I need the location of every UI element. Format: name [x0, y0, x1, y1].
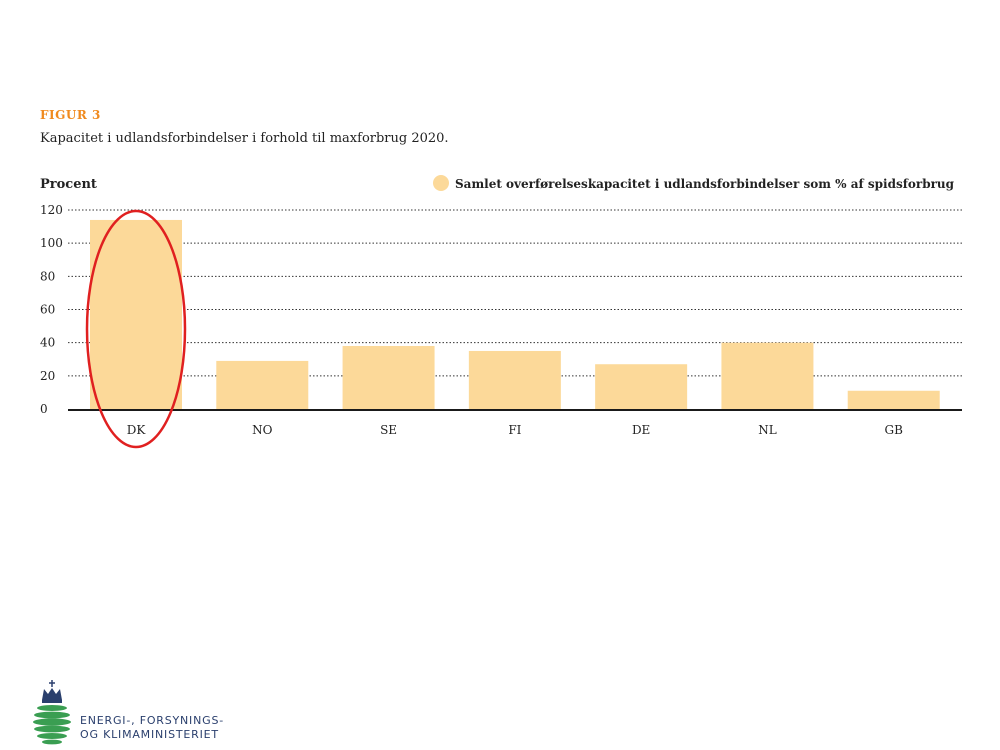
legend: Samlet overførelseskapacitet i udlandsfo…: [433, 175, 955, 191]
bar-chart: Procent Samlet overførelseskapacitet i u…: [40, 175, 962, 449]
x-tick-label: NL: [758, 423, 777, 437]
x-tick-label: DE: [632, 423, 650, 437]
ministry-name-line2: OG KLIMAMINISTERIET: [80, 728, 219, 741]
y-tick-label: 20: [40, 369, 55, 383]
bar-dk: [90, 219, 182, 409]
y-tick-label: 120: [40, 203, 63, 217]
bar-se: [342, 345, 435, 409]
y-tick-label: 100: [40, 236, 63, 250]
y-tick-label: 60: [40, 303, 55, 317]
y-tick-label: 80: [40, 269, 55, 283]
bar-no: [216, 360, 309, 409]
crown-icon: [42, 680, 62, 703]
y-tick-label: 40: [40, 336, 55, 350]
x-tick-label: FI: [508, 423, 521, 437]
ministry-name: ENERGI-, FORSYNINGS- OG KLIMAMINISTERIET: [80, 714, 224, 742]
x-tick-label: NO: [252, 423, 273, 437]
bar-gb: [847, 390, 940, 409]
x-tick-label: GB: [885, 423, 904, 437]
globe-icon: [33, 705, 71, 745]
legend-label: Samlet overførelseskapacitet i udlandsfo…: [455, 177, 955, 191]
bar-fi: [468, 350, 561, 409]
bar-nl: [721, 342, 814, 409]
y-axis-label: Procent: [40, 177, 97, 192]
legend-swatch: [433, 175, 449, 191]
x-tick-label: DK: [127, 423, 147, 437]
y-tick-label: 0: [40, 402, 48, 416]
bar-de: [595, 364, 688, 409]
ministry-name-line1: ENERGI-, FORSYNINGS-: [80, 714, 225, 727]
x-tick-label: SE: [380, 423, 397, 437]
